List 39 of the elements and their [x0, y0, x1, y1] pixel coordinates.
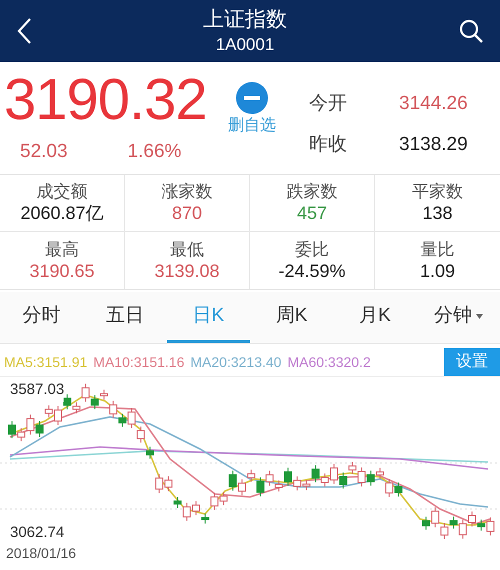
stat-label: 平家数 — [412, 181, 463, 202]
search-icon[interactable] — [458, 18, 484, 44]
price-change: 52.03 — [20, 140, 68, 164]
chart-period-tab[interactable]: 五日 — [83, 292, 167, 343]
page-title: 上证指数 — [203, 7, 287, 34]
stat-label: 委比 — [295, 238, 329, 260]
chart-period-tab[interactable]: 分时 — [0, 292, 84, 343]
stat-value: 138 — [422, 202, 453, 225]
field-value: 3144.26 — [399, 92, 468, 116]
stat-label: 成交额 — [36, 181, 88, 202]
stat-label: 最高 — [45, 238, 79, 260]
field-label: 昨收 — [309, 132, 348, 156]
moving-average-label: MA60:3320.2 — [287, 352, 371, 372]
stat-value: 2060.87亿 — [20, 202, 104, 225]
field-label: 今开 — [309, 92, 348, 116]
start-date-label: 2018/01/16 — [6, 544, 76, 563]
current-price: 3190.32 — [4, 70, 208, 130]
back-icon[interactable] — [16, 17, 32, 45]
moving-average-label: MA10:3151.16 — [93, 352, 184, 372]
stat-value: 3190.65 — [29, 260, 95, 282]
stat-label: 量比 — [420, 238, 454, 260]
stat-value: 1.09 — [420, 260, 456, 282]
stat-value: 3139.08 — [154, 260, 220, 282]
stat-value: 870 — [172, 202, 202, 225]
chart-period-tab[interactable]: 分钟 — [416, 292, 500, 343]
stat-label: 最低 — [170, 238, 204, 260]
chart-period-tab[interactable]: 月K — [333, 292, 417, 343]
change-percent: 1.66% — [128, 140, 182, 164]
minus-circle-icon — [236, 82, 268, 114]
stat-label: 跌家数 — [286, 181, 338, 202]
axis-min-label: 3062.74 — [10, 523, 64, 543]
stat-label: 涨家数 — [162, 181, 212, 202]
moving-average-label: MA5:3151.91 — [4, 352, 88, 372]
moving-average-label: MA20:3213.40 — [190, 352, 282, 372]
stat-value: -24.59% — [278, 260, 346, 282]
stat-value: 457 — [296, 202, 328, 225]
field-value: 3138.29 — [399, 132, 468, 156]
index-code: 1A0001 — [216, 34, 274, 55]
chart-period-tab[interactable]: 周K — [250, 292, 334, 343]
